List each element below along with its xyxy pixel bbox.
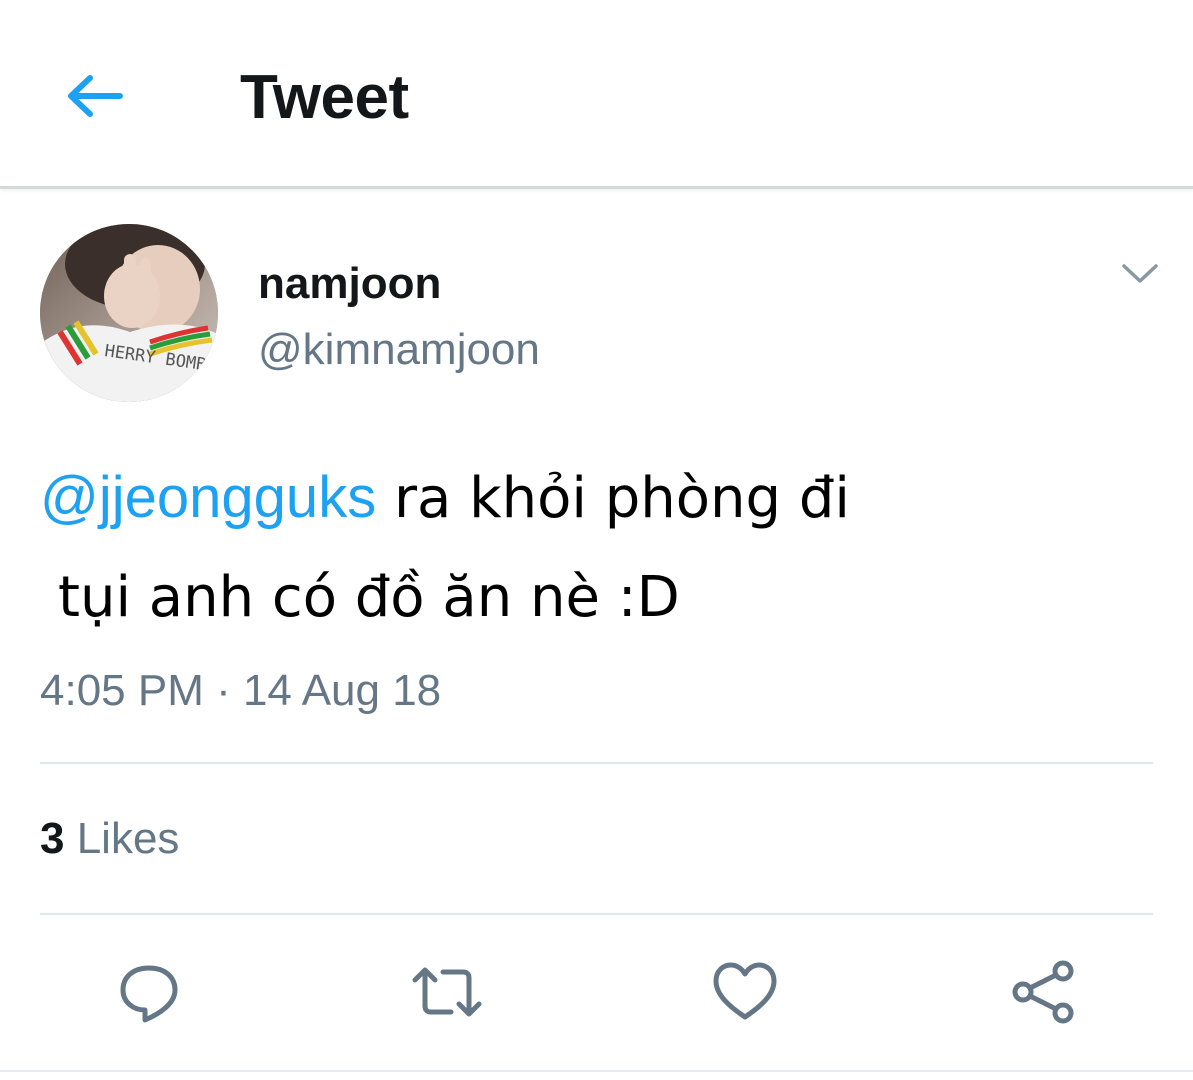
bottom-divider: [0, 1070, 1193, 1072]
page-title: Tweet: [240, 63, 409, 132]
avatar-photo: HERRY BOMB: [40, 224, 218, 402]
reply-icon: [120, 965, 178, 1023]
reply-button[interactable]: [113, 956, 185, 1028]
retweet-button[interactable]: [411, 956, 483, 1028]
heart-icon: [713, 962, 777, 1020]
tweet-timestamp: 4:05 PM · 14 Aug 18: [40, 666, 442, 715]
tweet-menu-button[interactable]: [1112, 252, 1168, 296]
share-icon: [1012, 960, 1074, 1024]
arrow-left-icon: [68, 75, 123, 117]
mention-link[interactable]: @jjeongguks: [40, 465, 376, 530]
divider: [40, 762, 1153, 764]
divider: [40, 913, 1153, 915]
share-button[interactable]: [1007, 956, 1079, 1028]
user-handle[interactable]: @kimnamjoon: [258, 324, 540, 376]
tweet-text-part-2: tụi anh có đồ ăn nè :D: [58, 565, 680, 630]
top-app-bar: Tweet: [0, 0, 1193, 189]
display-name[interactable]: namjoon: [258, 258, 441, 310]
likes-label: Likes: [64, 814, 180, 863]
retweet-icon: [412, 967, 482, 1017]
like-button[interactable]: [709, 956, 781, 1028]
tweet-text-part-1: ra khỏi phòng đi: [376, 466, 850, 531]
chevron-down-icon: [1122, 264, 1158, 283]
tweet-text-line-2: tụi anh có đồ ăn nè :D: [58, 562, 680, 648]
likes-count: 3: [40, 814, 65, 863]
avatar[interactable]: HERRY BOMB: [40, 224, 218, 402]
back-button[interactable]: [58, 64, 130, 128]
likes-count-row[interactable]: 3 Likes: [40, 812, 179, 866]
tweet-text-line-1: @jjeongguks ra khỏi phòng đi: [40, 462, 850, 549]
